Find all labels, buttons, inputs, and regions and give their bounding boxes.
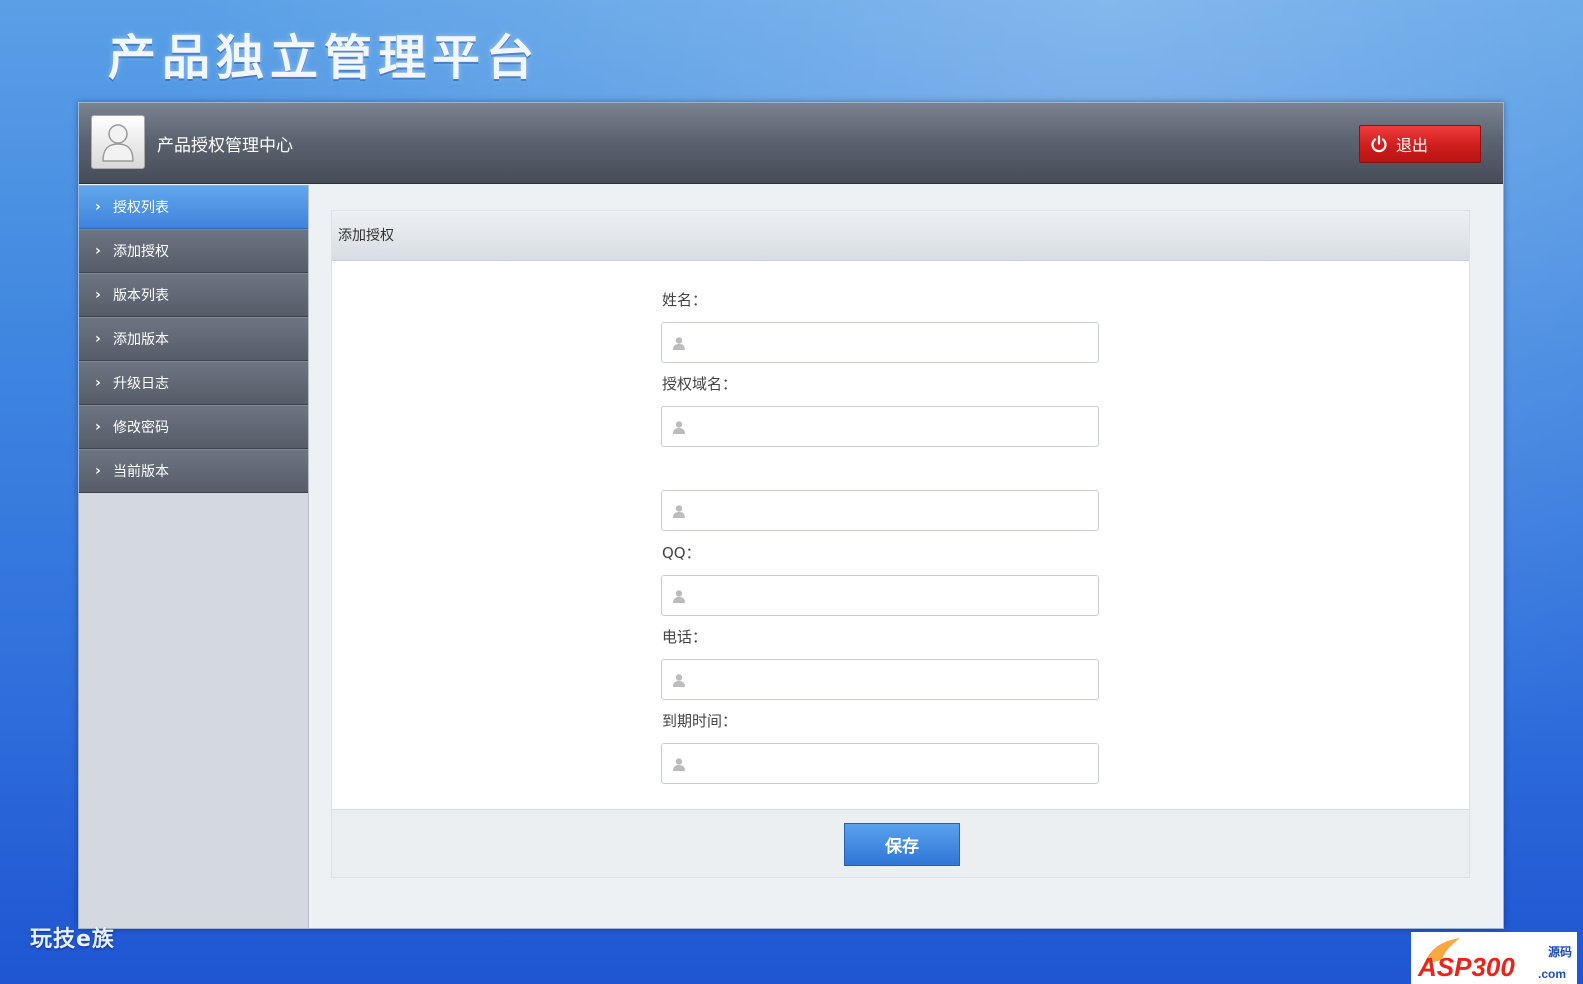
phone-label: 电话：	[662, 628, 708, 646]
sidebar-item-add-version[interactable]: › 添加版本	[79, 317, 308, 361]
chevron-right-icon: ›	[95, 199, 101, 215]
center-title: 产品授权管理中心	[157, 136, 293, 156]
chevron-right-icon: ›	[95, 287, 101, 303]
svg-text:.com: .com	[1538, 967, 1566, 981]
domain-label: 授权域名：	[662, 375, 738, 393]
logout-button[interactable]: 退出	[1359, 125, 1481, 163]
sidebar-item-current-version[interactable]: › 当前版本	[79, 449, 308, 493]
chevron-right-icon: ›	[95, 419, 101, 435]
svg-text:ASP300: ASP300	[1417, 952, 1515, 982]
chevron-right-icon: ›	[95, 375, 101, 391]
panel-footer: 保存	[332, 809, 1469, 877]
sidebar-item-auth-list[interactable]: › 授权列表	[79, 185, 308, 229]
content-area: 添加授权 姓名： 授权域名： QQ： 电话： 到期时间： 保存	[310, 185, 1503, 928]
asp300-logo-icon: ASP300 源码 .com	[1417, 938, 1572, 982]
name-field[interactable]	[661, 322, 1099, 363]
sidebar-item-label: 授权列表	[113, 200, 169, 216]
platform-title: 产品独立管理平台	[108, 30, 541, 86]
sidebar-item-label: 添加授权	[113, 244, 169, 260]
phone-input[interactable]	[694, 660, 1090, 699]
app-window: 产品授权管理中心 退出 › 授权列表 › 添加授权 › 版本列表 › 添加版本 …	[78, 102, 1504, 929]
sidebar-item-add-auth[interactable]: › 添加授权	[79, 229, 308, 273]
expiry-field[interactable]	[661, 743, 1099, 784]
qq-input[interactable]	[694, 576, 1090, 615]
sidebar-item-label: 当前版本	[113, 464, 169, 480]
user-icon	[673, 758, 685, 771]
asp300-watermark: ASP300 源码 .com	[1411, 932, 1577, 984]
avatar	[91, 115, 145, 169]
qq-label: QQ：	[662, 544, 701, 562]
add-auth-panel: 添加授权 姓名： 授权域名： QQ： 电话： 到期时间： 保存	[331, 210, 1470, 878]
user-icon	[673, 421, 685, 434]
sidebar-item-upgrade-log[interactable]: › 升级日志	[79, 361, 308, 405]
domain-input[interactable]	[694, 407, 1090, 446]
name-input[interactable]	[694, 323, 1090, 362]
sidebar-item-label: 添加版本	[113, 332, 169, 348]
unlabeled-input[interactable]	[694, 491, 1090, 530]
sidebar-item-label: 升级日志	[113, 376, 169, 392]
svg-text:源码: 源码	[1548, 944, 1572, 959]
user-avatar-icon	[102, 124, 134, 162]
brand-logo: 玩技e族	[30, 927, 115, 952]
sidebar-item-label: 版本列表	[113, 288, 169, 304]
qq-field[interactable]	[661, 575, 1099, 616]
user-icon	[673, 505, 685, 518]
sidebar: › 授权列表 › 添加授权 › 版本列表 › 添加版本 › 升级日志 › 修改密…	[79, 185, 309, 928]
chevron-right-icon: ›	[95, 243, 101, 259]
chevron-right-icon: ›	[95, 463, 101, 479]
panel-title: 添加授权	[332, 211, 1469, 261]
user-icon	[673, 674, 685, 687]
auth-form: 姓名： 授权域名： QQ： 电话： 到期时间：	[332, 261, 1469, 811]
expiry-label: 到期时间：	[662, 712, 738, 730]
phone-field[interactable]	[661, 659, 1099, 700]
user-icon	[673, 590, 685, 603]
logout-label: 退出	[1396, 138, 1429, 155]
chevron-right-icon: ›	[95, 331, 101, 347]
power-icon	[1371, 135, 1387, 153]
save-button[interactable]: 保存	[844, 823, 960, 866]
unlabeled-field[interactable]	[661, 490, 1099, 531]
domain-field[interactable]	[661, 406, 1099, 447]
user-icon	[673, 337, 685, 350]
sidebar-item-version-list[interactable]: › 版本列表	[79, 273, 308, 317]
header-bar: 产品授权管理中心 退出	[79, 103, 1503, 184]
sidebar-item-change-password[interactable]: › 修改密码	[79, 405, 308, 449]
sidebar-item-label: 修改密码	[113, 420, 169, 436]
name-label: 姓名：	[662, 291, 708, 309]
expiry-input[interactable]	[694, 744, 1090, 783]
